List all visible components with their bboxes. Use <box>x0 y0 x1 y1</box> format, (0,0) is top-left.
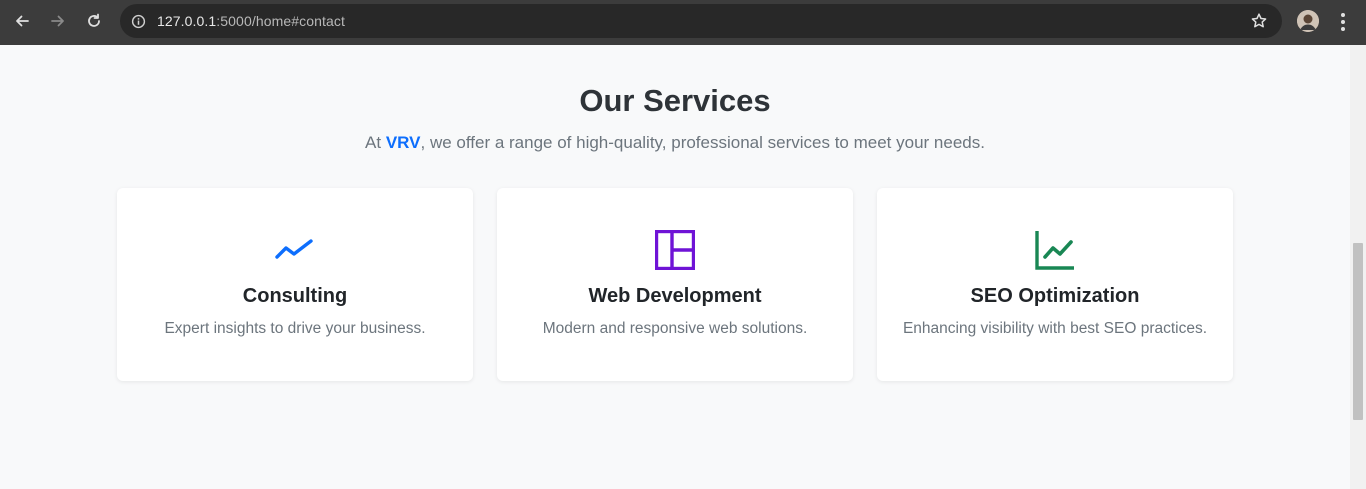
back-button[interactable] <box>4 3 40 39</box>
service-card-consulting: Consulting Expert insights to drive your… <box>117 188 473 381</box>
site-info-icon[interactable] <box>130 13 146 29</box>
trend-line-icon <box>275 239 313 259</box>
arrow-left-icon <box>16 15 29 27</box>
address-bar[interactable]: 127.0.0.1:5000/home#contact <box>120 4 1282 38</box>
section-title: Our Services <box>579 83 771 118</box>
line-chart-icon <box>1035 231 1074 270</box>
browser-toolbar: 127.0.0.1:5000/home#contact <box>0 0 1366 45</box>
page-scrollbar[interactable] <box>1350 45 1366 489</box>
brand-name: VRV <box>385 133 421 152</box>
service-card-web-development: Web Development Modern and responsive we… <box>497 188 853 381</box>
url-text: 127.0.0.1:5000/home#contact <box>157 13 345 29</box>
service-name: Consulting <box>242 285 348 307</box>
browser-menu-icon[interactable] <box>1333 10 1353 34</box>
service-name: Web Development <box>588 285 762 307</box>
service-description: Enhancing visibility with best SEO pract… <box>902 320 1208 337</box>
service-description: Expert insights to drive your business. <box>164 320 426 337</box>
scrollbar-thumb[interactable] <box>1353 243 1363 420</box>
reload-button[interactable] <box>76 3 112 39</box>
service-description: Modern and responsive web solutions. <box>542 320 808 337</box>
reload-icon <box>88 13 100 27</box>
profile-avatar[interactable] <box>1297 10 1319 32</box>
forward-button[interactable] <box>40 3 76 39</box>
service-name: SEO Optimization <box>970 285 1140 307</box>
arrow-right-icon <box>51 15 64 27</box>
bookmark-star-icon[interactable] <box>1250 12 1268 30</box>
layout-icon <box>655 230 695 270</box>
section-subtitle: At VRV, we offer a range of high-quality… <box>365 133 985 152</box>
services-section: Our Services At VRV, we offer a range of… <box>0 45 1350 489</box>
service-card-seo-optimization: SEO Optimization Enhancing visibility wi… <box>877 188 1233 381</box>
